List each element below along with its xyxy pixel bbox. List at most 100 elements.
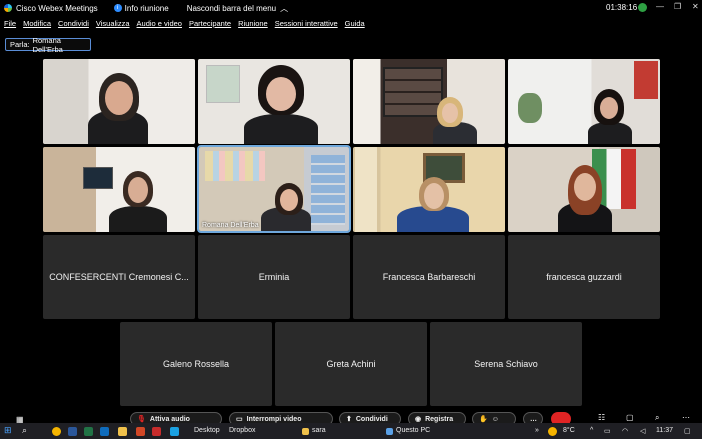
- participant-name: Galeno Rossella: [162, 359, 230, 369]
- notifications-icon[interactable]: ▢: [684, 427, 691, 435]
- participant-name-tile[interactable]: Francesca Barbareschi: [353, 235, 505, 319]
- participant-name-tile[interactable]: Erminia: [198, 235, 350, 319]
- menu-bar: File Modifica Condividi Visualizza Audio…: [0, 17, 702, 30]
- participant-name: francesca guzzardi: [546, 272, 622, 282]
- participant-video-tile[interactable]: [43, 147, 195, 232]
- windows-start-icon[interactable]: ⊞: [4, 425, 13, 435]
- taskbar-expand-icon[interactable]: »: [535, 427, 539, 434]
- taskbar-sara[interactable]: sara: [312, 427, 326, 434]
- participant-video-tile[interactable]: [508, 147, 660, 232]
- menu-view[interactable]: Visualizza: [96, 19, 130, 28]
- participant-video-tile-active-speaker[interactable]: Romana Dell'Erba: [197, 145, 351, 233]
- more-options-button[interactable]: …: [523, 412, 543, 423]
- menu-share[interactable]: Condividi: [58, 19, 89, 28]
- meeting-controls: ▦ 🎙 Attiva audio ▭ Interrompi video ⬆ Co…: [0, 412, 702, 423]
- unmute-audio-label: Attiva audio: [149, 415, 190, 423]
- participant-figure: [588, 122, 632, 144]
- chevron-up-icon: ︿: [280, 3, 289, 13]
- excel-icon[interactable]: [84, 427, 93, 436]
- participant-name-tile[interactable]: Greta Achini: [275, 322, 427, 406]
- participant-video-tile[interactable]: [353, 59, 505, 144]
- menu-breakout[interactable]: Sessioni interattive: [275, 19, 338, 28]
- powerpoint-icon[interactable]: [136, 427, 145, 436]
- participant-video-tile[interactable]: [43, 59, 195, 144]
- participant-face: [574, 173, 596, 201]
- participant-face: [424, 183, 444, 209]
- participant-name-tile[interactable]: Galeno Rossella: [120, 322, 272, 406]
- red-poster: [634, 61, 658, 99]
- stop-video-label: Interrompi video: [246, 415, 302, 423]
- taskbar-this-pc[interactable]: Questo PC: [396, 427, 430, 434]
- participant-name-tile[interactable]: francesca guzzardi: [508, 235, 660, 319]
- menu-participant[interactable]: Partecipante: [189, 19, 231, 28]
- outlook-icon[interactable]: [100, 427, 109, 436]
- menu-meeting[interactable]: Riunione: [238, 19, 268, 28]
- participant-face: [280, 189, 298, 211]
- search-icon[interactable]: ⌕: [22, 425, 31, 435]
- wall-pinboard: [205, 151, 265, 181]
- storage-shelf: [311, 155, 345, 225]
- record-button[interactable]: ◉ Registra: [408, 412, 466, 423]
- webex-taskbar-icon[interactable]: [170, 427, 179, 436]
- title-bar: Cisco Webex Meetings i Info riunione Nas…: [0, 0, 702, 16]
- acrobat-icon[interactable]: [152, 427, 161, 436]
- leave-meeting-button[interactable]: [551, 412, 571, 423]
- weather-temperature[interactable]: 8°C: [563, 427, 575, 434]
- grid-layout-icon[interactable]: ▦: [16, 415, 24, 423]
- share-icon: ⬆: [346, 416, 352, 423]
- meeting-info-button[interactable]: i Info riunione: [113, 3, 169, 13]
- hide-menu-button[interactable]: Nascondi barra del menu ︿: [187, 3, 288, 14]
- file-explorer-icon[interactable]: [118, 427, 127, 436]
- stop-video-button[interactable]: ▭ Interrompi video: [229, 412, 333, 423]
- participant-face: [105, 81, 133, 115]
- info-icon: i: [113, 4, 122, 12]
- chat-icon[interactable]: ▢: [626, 413, 634, 422]
- participant-name-tile[interactable]: CONFESERCENTI Cremonesi C...: [43, 235, 195, 319]
- menu-audio-video[interactable]: Audio e video: [137, 19, 182, 28]
- minimize-icon[interactable]: —: [656, 2, 664, 11]
- volume-icon[interactable]: ◁: [640, 427, 645, 435]
- participant-video-tile[interactable]: [508, 59, 660, 144]
- close-icon[interactable]: ✕: [692, 2, 699, 11]
- door: [355, 147, 377, 232]
- participant-name-tile[interactable]: Serena Schiavo: [430, 322, 582, 406]
- more-panels-icon[interactable]: ⋯: [682, 413, 690, 422]
- participant-face: [128, 177, 148, 203]
- share-label: Condividi: [355, 415, 388, 423]
- chrome-icon[interactable]: [52, 427, 61, 436]
- tray-chevron-icon[interactable]: ^: [590, 427, 593, 434]
- unmute-audio-button[interactable]: 🎙 Attiva audio: [130, 412, 222, 423]
- participant-video-tile[interactable]: [353, 147, 505, 232]
- word-icon[interactable]: [68, 427, 77, 436]
- network-icon[interactable]: ▭: [604, 427, 611, 435]
- meeting-info-label: Info riunione: [124, 3, 169, 13]
- record-label: Registra: [425, 415, 454, 423]
- share-button[interactable]: ⬆ Condividi: [339, 412, 401, 423]
- wall-picture: [206, 65, 240, 103]
- menu-edit[interactable]: Modifica: [23, 19, 51, 28]
- connection-status-icon: [638, 3, 647, 12]
- participant-face: [442, 103, 458, 123]
- bookshelf: [383, 67, 443, 117]
- menu-help[interactable]: Guida: [345, 19, 365, 28]
- participant-name: Greta Achini: [326, 359, 376, 369]
- weather-sun-icon: [548, 427, 557, 436]
- menu-file[interactable]: File: [4, 19, 16, 28]
- taskbar-dropbox[interactable]: Dropbox: [229, 427, 255, 434]
- reactions-button[interactable]: ✋ ☺: [472, 412, 516, 423]
- participant-figure: [244, 114, 318, 144]
- maximize-icon[interactable]: ❐: [674, 2, 681, 11]
- record-icon: ◉: [415, 416, 422, 423]
- taskbar-clock[interactable]: 11:37: [656, 427, 673, 434]
- meeting-timer: 01:38:16: [606, 3, 638, 12]
- participants-icon[interactable]: ☷: [598, 413, 605, 422]
- tile-name-label: Romana Dell'Erba: [202, 222, 259, 229]
- taskbar-desktop[interactable]: Desktop: [194, 427, 220, 434]
- search-icon[interactable]: ⌕: [655, 413, 659, 423]
- wifi-icon[interactable]: ◠: [622, 427, 628, 435]
- participant-name: CONFESERCENTI Cremonesi C...: [49, 272, 189, 282]
- participant-video-tile[interactable]: [198, 59, 350, 144]
- participant-face: [600, 97, 618, 119]
- computer-icon: [386, 428, 393, 435]
- participant-name: Francesca Barbareschi: [382, 272, 476, 282]
